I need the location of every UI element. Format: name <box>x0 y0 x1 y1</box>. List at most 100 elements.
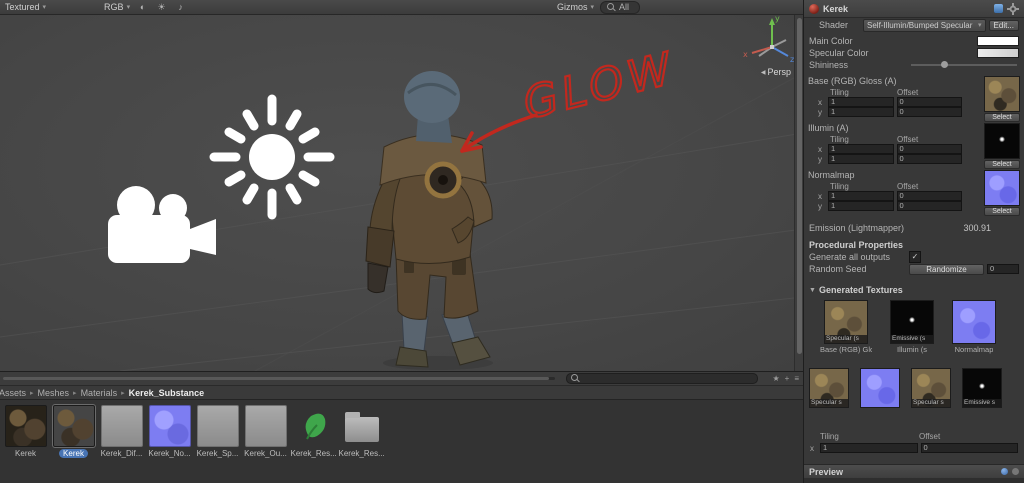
persp-label: Persp <box>767 67 791 77</box>
asset-tile-selected[interactable]: Kerek <box>50 404 97 483</box>
search-icon <box>607 2 616 12</box>
favorites-icon[interactable]: ★ <box>772 374 779 383</box>
tiling-x-field[interactable]: 1 <box>828 97 894 107</box>
generated-thumbnail[interactable]: Emissive (s <box>890 300 934 344</box>
shader-dropdown[interactable]: Self-Illumin/Bumped Specular ▾ <box>863 18 986 32</box>
seed-field[interactable]: 0 <box>987 264 1019 274</box>
generated-thumbnail[interactable] <box>952 300 996 344</box>
texture-thumbnail[interactable] <box>51 404 96 448</box>
generated-caption: Normalmap <box>954 345 994 354</box>
menu-icon[interactable]: ≡ <box>794 374 799 383</box>
chevron-right-icon: ▸ <box>121 389 125 397</box>
generated-thumbnail[interactable]: Specular s <box>809 368 849 408</box>
emission-label: Emission (Lightmapper) <box>809 223 905 233</box>
tiling-x-field[interactable]: 1 <box>828 191 894 201</box>
scene-viewport[interactable]: GLOW x y z ◀ Persp <box>0 15 803 371</box>
offset-x-field[interactable]: 0 <box>920 443 1018 453</box>
gizmos-dropdown[interactable]: Gizmos ▾ <box>557 2 594 12</box>
generated-caption: Base (RGB) Glo <box>820 345 872 354</box>
render-mode-dropdown[interactable]: RGB ▾ <box>104 2 130 12</box>
breadcrumb-kerek-substance[interactable]: Kerek_Substance <box>129 388 205 398</box>
slider-knob[interactable] <box>940 61 948 68</box>
tiling-x-field[interactable]: 1 <box>828 144 894 154</box>
offset-y-field[interactable]: 0 <box>896 201 962 211</box>
character-model[interactable] <box>365 71 493 370</box>
offset-x-field[interactable]: 0 <box>896 97 962 107</box>
texture-thumbnail[interactable] <box>196 405 239 447</box>
asset-tile[interactable]: Kerek_No... <box>146 405 193 483</box>
projection-mode-button[interactable]: ◀ Persp <box>761 67 791 77</box>
texture-thumbnail[interactable] <box>100 405 143 447</box>
texture-thumbnail[interactable] <box>4 405 47 447</box>
sun-icon[interactable] <box>209 94 335 220</box>
asset-tile[interactable]: Kerek_Res... <box>290 405 337 483</box>
texture-slot: Select <box>984 76 1020 122</box>
texture-thumbnail[interactable] <box>244 405 287 447</box>
randomize-button[interactable]: Randomize <box>909 263 984 275</box>
project-toolbar: ★ + ≡ <box>0 372 803 386</box>
generated-thumbnail[interactable] <box>860 368 900 408</box>
asset-tile[interactable]: Kerek_Res... <box>338 405 385 483</box>
project-search-input[interactable] <box>566 373 758 384</box>
generated-texture[interactable]: Specular (s Base (RGB) Glo <box>820 300 872 354</box>
horizontal-scrollbar[interactable] <box>3 377 555 380</box>
camera-icon[interactable] <box>108 186 216 263</box>
asset-tile[interactable]: Kerek <box>2 405 49 483</box>
help-icon[interactable] <box>994 4 1003 13</box>
base-texture-thumbnail[interactable] <box>984 76 1020 112</box>
axis-gizmo[interactable]: x y z <box>743 15 794 64</box>
asset-tile[interactable]: Kerek_Dif... <box>98 405 145 483</box>
specular-color-swatch[interactable] <box>977 48 1019 58</box>
offset-x-field[interactable]: 0 <box>896 144 962 154</box>
scrollbar-thumb[interactable] <box>796 18 802 354</box>
draw-mode-dropdown[interactable]: Textured ▾ <box>5 2 46 12</box>
main-color-swatch[interactable] <box>977 36 1019 46</box>
substance-thumbnail[interactable] <box>293 405 335 447</box>
shader-edit-button[interactable]: Edit... <box>988 19 1019 31</box>
effects-icon[interactable]: ◐ <box>136 2 149 12</box>
breadcrumb-meshes[interactable]: Meshes <box>38 388 70 398</box>
normalmap-thumbnail[interactable] <box>148 405 191 447</box>
asset-tile[interactable]: Kerek_Ou... <box>242 405 289 483</box>
tiling-x-field[interactable]: 1 <box>820 443 918 453</box>
breadcrumb-assets[interactable]: Assets <box>0 388 26 398</box>
tiling-y-field[interactable]: 1 <box>828 107 894 117</box>
generated-textures-foldout[interactable]: ▼ Generated Textures <box>804 284 1024 296</box>
breadcrumb-materials[interactable]: Materials <box>81 388 118 398</box>
preview-header[interactable]: Preview <box>804 464 1024 478</box>
y-axis-label: y <box>818 201 822 211</box>
unity-editor-window: Textured ▾ RGB ▾ ◐ ☀ ♪ Gizmos ▾ All GLOW… <box>0 0 1024 483</box>
generate-outputs-checkbox[interactable]: ✓ <box>909 251 921 263</box>
audio-icon[interactable]: ♪ <box>174 2 187 12</box>
random-seed-label: Random Seed <box>809 264 867 274</box>
select-texture-button[interactable]: Select <box>984 207 1020 216</box>
tiling-y-field[interactable]: 1 <box>828 201 894 211</box>
generated-thumbnail[interactable]: Emissive s <box>962 368 1002 408</box>
asset-tile[interactable]: Kerek_Sp... <box>194 405 241 483</box>
random-seed-row: Random Seed Randomize 0 <box>804 263 1024 275</box>
generated-thumbnail[interactable]: Specular s <box>911 368 951 408</box>
scrollbar-thumb[interactable] <box>3 377 550 380</box>
offset-y-field[interactable]: 0 <box>896 107 962 117</box>
folder-thumbnail[interactable] <box>341 405 383 447</box>
scene-vertical-scrollbar[interactable] <box>794 15 803 371</box>
generated-texture[interactable]: Normalmap <box>952 300 996 354</box>
add-filter-icon[interactable]: + <box>785 374 790 383</box>
preview-option-icon[interactable] <box>1012 468 1019 475</box>
generated-thumbnail[interactable]: Specular (s <box>824 300 868 344</box>
generated-texture[interactable]: Emissive (s Illumin (s <box>890 300 934 354</box>
offset-y-field[interactable]: 0 <box>896 154 962 164</box>
lighting-icon[interactable]: ☀ <box>155 2 168 13</box>
generated-textures-row2: Specular s Specular s Emissive s <box>804 354 1024 408</box>
normalmap-texture-thumbnail[interactable] <box>984 170 1020 206</box>
tiling-y-field[interactable]: 1 <box>828 154 894 164</box>
preview-option-icon[interactable] <box>1001 468 1008 475</box>
scene-search-input[interactable]: All <box>600 0 640 14</box>
gear-icon[interactable] <box>1007 2 1019 15</box>
offset-x-field[interactable]: 0 <box>896 191 962 201</box>
asset-label: Kerek_Sp... <box>196 449 239 458</box>
shininess-slider[interactable] <box>911 61 1017 68</box>
preview-label: Preview <box>809 466 844 477</box>
emission-value[interactable]: 300.91 <box>963 223 991 233</box>
illumin-texture-thumbnail[interactable] <box>984 123 1020 159</box>
